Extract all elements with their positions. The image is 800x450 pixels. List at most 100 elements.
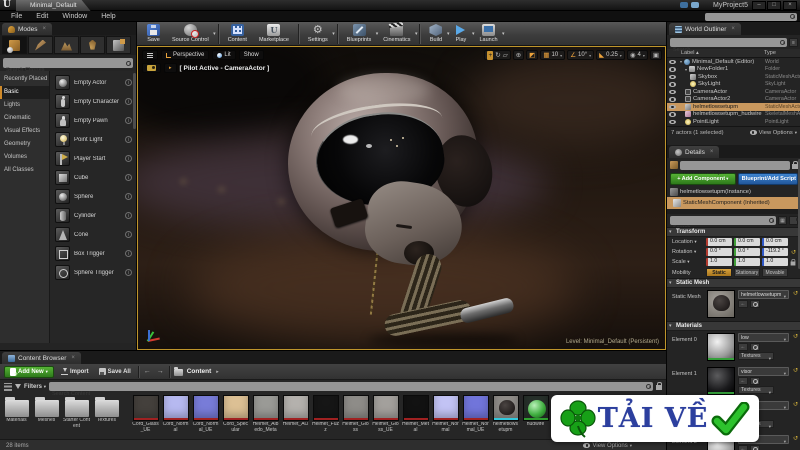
close-icon[interactable]: × xyxy=(71,355,75,361)
place-item-cone[interactable]: Cone i xyxy=(50,225,136,244)
material-thumbnail[interactable] xyxy=(707,333,735,361)
reset-to-default-icon[interactable]: ↺ xyxy=(793,435,798,450)
use-selected-asset-button[interactable]: ← xyxy=(738,300,748,308)
helmet-actor[interactable] xyxy=(138,47,665,349)
asset-helmet-metal[interactable]: Helmet_Metal xyxy=(402,395,429,439)
camera-speed-value[interactable]: 4 xyxy=(637,52,640,58)
grid-snap-icon[interactable]: ▦ xyxy=(543,51,549,60)
outliner-row-helmetlowsetupm-hudwire[interactable]: helmetlowsetupm_hudwireSkeletalMeshActor xyxy=(667,111,800,119)
toolbar-button-build[interactable]: Build ▾ xyxy=(424,23,449,45)
reset-to-default-icon[interactable]: ↺ xyxy=(791,249,796,256)
asset-cord-normal[interactable]: Cord_Normal xyxy=(162,395,189,439)
place-item-empty-actor[interactable]: Empty Actor i xyxy=(50,73,136,92)
tab-content-browser[interactable]: Content Browser × xyxy=(2,352,81,364)
outliner-row-pointlight[interactable]: PointLight PointLight xyxy=(667,118,800,126)
show-button[interactable]: Show xyxy=(238,50,264,60)
close-button[interactable]: × xyxy=(783,1,797,10)
toolbar-button-cinematics[interactable]: Cinematics ▾ xyxy=(378,23,417,45)
outliner-view-options-button[interactable]: View Options ▾ xyxy=(749,130,797,136)
close-icon[interactable]: × xyxy=(43,26,47,32)
scrollbar-thumb[interactable] xyxy=(133,73,136,129)
static-mesh-component-row[interactable]: StaticMeshComponent (Inherited) xyxy=(667,197,800,209)
browse-to-asset-button[interactable] xyxy=(750,343,760,351)
lit-button[interactable]: Lit xyxy=(212,50,236,60)
scale-lock-icon[interactable] xyxy=(790,258,796,265)
asset-hudwire[interactable]: hudwire xyxy=(522,395,549,439)
material-select[interactable]: low ▾ xyxy=(738,333,789,342)
asset-helmet-gloss[interactable]: Helmet_Gloss xyxy=(342,395,369,439)
static-mesh-section-header[interactable]: ▾ Static Mesh xyxy=(667,278,800,288)
maximize-viewport-button[interactable]: ▣ xyxy=(649,50,662,60)
location-x-field[interactable]: 0.0 cm xyxy=(706,238,732,246)
browse-to-asset-button[interactable] xyxy=(750,300,760,308)
scale-tool-icon[interactable]: ▱ xyxy=(503,51,508,60)
place-item-player-start[interactable]: Player Start i xyxy=(50,149,136,168)
breadcrumb-expand-icon[interactable]: ▸ xyxy=(215,369,220,375)
outliner-search-input[interactable] xyxy=(670,45,787,54)
category-lights[interactable]: Lights xyxy=(0,99,49,112)
expand-caret-icon[interactable]: ▾ xyxy=(680,59,682,64)
use-selected-asset-button[interactable]: ← xyxy=(738,445,748,450)
reset-to-default-icon[interactable]: ↺ xyxy=(793,367,798,399)
maximize-button[interactable]: □ xyxy=(767,1,781,10)
transform-section-header[interactable]: ▾ Transform xyxy=(667,227,800,237)
camera-speed-icon[interactable]: ◉ xyxy=(630,51,636,60)
close-icon[interactable]: × xyxy=(731,26,735,32)
mode-tab-foliage[interactable] xyxy=(80,36,105,54)
material-select[interactable]: visor ▾ xyxy=(738,367,789,376)
menu-help[interactable]: Help xyxy=(94,11,122,22)
asset-helmetlowsetupm[interactable]: helmetlowsetupm xyxy=(492,395,519,439)
minimize-button[interactable]: – xyxy=(752,1,766,10)
mode-tab-geometry[interactable] xyxy=(106,36,131,54)
menu-file[interactable]: File xyxy=(4,11,29,22)
location-z-field[interactable]: 0.0 cm xyxy=(762,238,788,246)
place-item-empty-pawn[interactable]: Empty Pawn i xyxy=(50,111,136,130)
toolbar-button-launch[interactable]: Launch ▾ xyxy=(474,23,505,45)
outliner-row-cameraactor[interactable]: CameraActor CameraActor xyxy=(667,88,800,96)
place-item-point-light[interactable]: Point Light i xyxy=(50,130,136,149)
back-button[interactable]: ← xyxy=(143,368,152,375)
asset-cord-normal-ue[interactable]: Cord_Normal_UE xyxy=(192,395,219,439)
reset-to-default-icon[interactable]: ↺ xyxy=(793,401,798,433)
tab-details[interactable]: Details × xyxy=(669,146,720,158)
static-mesh-select[interactable]: helmetlowsetupm ▾ xyxy=(738,290,789,299)
static-mesh-thumbnail[interactable] xyxy=(707,290,735,318)
level-editor-tab[interactable]: Minimal_Default xyxy=(16,0,91,11)
use-selected-asset-button[interactable]: ← xyxy=(738,343,748,351)
folder-textures[interactable]: Textures xyxy=(93,395,120,439)
place-item-empty-character[interactable]: Empty Character i xyxy=(50,92,136,111)
angle-snap-value[interactable]: 10° xyxy=(578,52,587,58)
category-all-classes[interactable]: All Classes xyxy=(0,164,49,177)
mode-tab-paint[interactable] xyxy=(28,36,53,54)
asset-helmet-ao[interactable]: Helmet_AO xyxy=(282,395,309,439)
mobility-static-button[interactable]: Static xyxy=(706,268,732,277)
category-volumes[interactable]: Volumes xyxy=(0,151,49,164)
rotation-x-field[interactable]: 0.0 ° xyxy=(706,248,732,256)
folder-meshes[interactable]: Meshes xyxy=(33,395,60,439)
category-geometry[interactable]: Geometry xyxy=(0,138,49,151)
category-cinematic[interactable]: Cinematic xyxy=(0,112,49,125)
textures-button[interactable]: Textures▾ xyxy=(738,386,774,395)
viewport-options-button[interactable] xyxy=(142,50,158,60)
materials-section-header[interactable]: ▾ Materials xyxy=(667,321,800,331)
scale-x-field[interactable]: 1.0 xyxy=(706,258,732,266)
angle-snap-icon[interactable]: ∠ xyxy=(570,51,576,60)
asset-helmet-gloss-ue[interactable]: Helmet_Gloss_UE xyxy=(372,395,399,439)
toolbar-button-settings[interactable]: Settings ▾ xyxy=(303,23,335,45)
asset-helmet-normal-ue[interactable]: Helmet_Normal_UE xyxy=(462,395,489,439)
details-view-options-button[interactable] xyxy=(789,216,798,225)
outliner-row-skybox[interactable]: Skybox StaticMeshActor xyxy=(667,73,800,81)
rotate-tool-icon[interactable]: ↻ xyxy=(495,51,500,60)
browse-to-asset-button[interactable] xyxy=(750,445,760,450)
breadcrumb[interactable]: Content xyxy=(187,368,212,375)
property-matrix-button[interactable]: ▦ xyxy=(778,216,787,225)
outliner-row-newfolder1[interactable]: ▾ NewFolder1 Folder xyxy=(667,66,800,74)
scale-snap-icon[interactable]: ◣ xyxy=(599,51,604,60)
folder-materials[interactable]: Materials xyxy=(3,395,30,439)
scale-y-field[interactable]: 1.0 xyxy=(734,258,760,266)
toolbar-button-source-control[interactable]: Source Control ▾ xyxy=(167,23,216,45)
rotation-z-field[interactable]: -119.2 ° xyxy=(762,248,788,256)
mobility-movable-button[interactable]: Movable xyxy=(762,268,788,277)
visibility-eye-icon[interactable] xyxy=(669,112,676,117)
asset-cord-specular[interactable]: Cord_Specular xyxy=(222,395,249,439)
